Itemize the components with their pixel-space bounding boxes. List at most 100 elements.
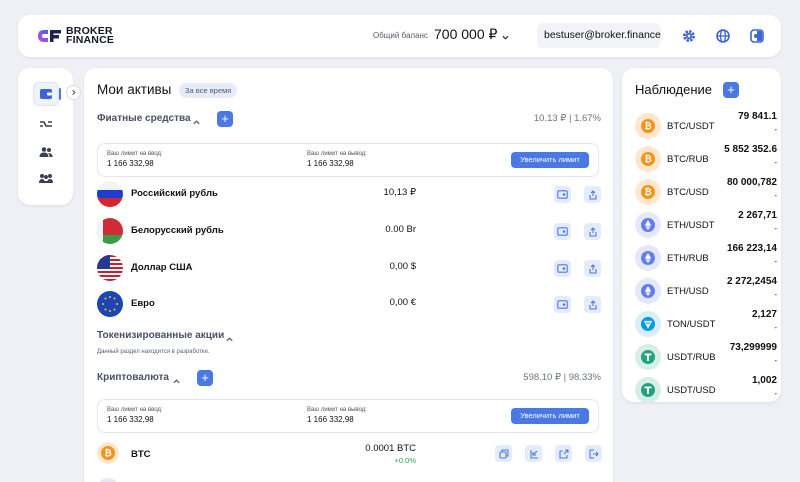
asset-row-byn: Белорусский рубль 0.00 Br [97, 215, 601, 245]
balance-label: Общий баланс [373, 31, 428, 40]
sidebar-expand-button[interactable] [66, 85, 81, 100]
ethereum-icon [635, 212, 661, 238]
share-upload-icon[interactable] [584, 223, 601, 240]
asset-name: Евро [131, 298, 155, 309]
receive-icon[interactable] [525, 445, 542, 462]
watchlist-panel: Наблюдение + ₿ BTC/USDT 79 841.1 - ₿ BTC/RUB 5… [622, 68, 781, 403]
deposit-card-icon[interactable] [554, 223, 571, 240]
svg-text:₿: ₿ [644, 121, 651, 132]
watchlist-row[interactable]: ₿ BTC/RUB 5 852 352.6 - [635, 143, 777, 175]
logo-mark-icon [36, 26, 62, 46]
svg-text:₿: ₿ [644, 187, 651, 198]
watchlist-row[interactable]: TON/USDT 2,127 - [635, 308, 777, 340]
watchlist-change: - [774, 224, 777, 233]
ton-icon [635, 311, 661, 337]
withdraw-limit-label: Ваш лимит на вывод: [307, 407, 367, 413]
deposit-limit-label: Ваш лимит на ввод: [107, 151, 163, 157]
deposit-card-icon[interactable] [554, 260, 571, 277]
balance-value[interactable]: 700 000 ₽ [434, 26, 497, 43]
add-crypto-button[interactable]: + [197, 370, 213, 386]
chevron-down-icon[interactable] [501, 29, 510, 47]
watchlist-change: - [774, 191, 777, 200]
watchlist-change: - [774, 389, 777, 398]
watchlist-row[interactable]: ₿ BTC/USDT 79 841.1 - [635, 110, 777, 142]
sidebar-item-wallet[interactable] [33, 82, 59, 106]
watchlist-row[interactable]: ETH/RUB 166 223,14 - [635, 242, 777, 274]
asset-name: Белорусский рубль [131, 225, 224, 236]
chevron-up-icon[interactable] [225, 331, 234, 349]
asset-name: Доллар США [131, 262, 193, 273]
asset-row-rub: Российский рубль 10,13 ₽ [97, 178, 601, 208]
top-header: BROKER FINANCE Общий баланс 700 000 ₽ be… [18, 15, 781, 57]
withdraw-icon[interactable] [585, 445, 602, 462]
chevron-up-icon[interactable] [192, 114, 201, 132]
swap-icon[interactable] [495, 445, 512, 462]
share-upload-icon[interactable] [584, 296, 601, 313]
asset-amount: 0.0001 BTC [365, 443, 416, 454]
fiat-limits-box: Ваш лимит на ввод: 1 166 332,98 Ваш лими… [97, 143, 599, 177]
svg-text:₿: ₿ [104, 448, 111, 459]
crypto-section-title[interactable]: Криптовалюта [97, 372, 169, 383]
bitcoin-icon: ₿ [635, 146, 661, 172]
deposit-card-icon[interactable] [554, 186, 571, 203]
send-icon[interactable] [555, 445, 572, 462]
asset-name: BTC [131, 449, 151, 460]
watchlist-change: - [774, 356, 777, 365]
wallet-icon [40, 89, 52, 99]
increase-limit-button[interactable]: Увеличить лимит [511, 408, 589, 424]
sidebar-item-partners[interactable] [32, 168, 60, 190]
watchlist-change: - [774, 125, 777, 134]
usa-flag-icon [97, 255, 123, 281]
deposit-limit-value: 1 166 332,98 [107, 415, 154, 424]
stocks-section-title[interactable]: Токенизированные акции [97, 330, 224, 341]
share-upload-icon[interactable] [584, 260, 601, 277]
tether-icon [635, 344, 661, 370]
logo-text-line2: FINANCE [66, 34, 115, 46]
deposit-limit-label: Ваш лимит на ввод: [107, 407, 163, 413]
watchlist-price: 80 000,782 [726, 177, 777, 188]
logo[interactable]: BROKER FINANCE [36, 26, 114, 46]
fiat-section-title[interactable]: Фиатные средства [97, 113, 191, 124]
watchlist-row[interactable]: ETH/USDT 2 267,71 - [635, 209, 777, 241]
watchlist-price: 2 267,71 [738, 210, 777, 221]
crypto-summary: 598.10 ₽ | 98.33% [523, 372, 601, 383]
sidebar-item-exchange[interactable] [32, 113, 60, 135]
tether-icon [635, 377, 661, 403]
sidebar-item-users[interactable] [32, 141, 60, 163]
asset-amount: 0,00 $ [389, 261, 416, 272]
asset-name: Российский рубль [131, 188, 218, 199]
watchlist-price: 166 223,14 [726, 243, 777, 254]
account-email[interactable]: bestuser@broker.finance [537, 23, 661, 48]
chevron-up-icon[interactable] [172, 373, 181, 391]
fiat-summary: 10.13 ₽ | 1.67% [533, 113, 601, 124]
half-moon-icon[interactable] [749, 28, 765, 44]
watchlist-price: 2 272,2454 [726, 276, 777, 287]
watchlist-price: 79 841.1 [738, 111, 777, 122]
share-upload-icon[interactable] [584, 186, 601, 203]
withdraw-limit-value: 1 166 332,98 [307, 159, 354, 168]
watchlist-row[interactable]: USDT/USD 1,002 - [635, 374, 777, 406]
active-indicator [59, 88, 61, 100]
deposit-card-icon[interactable] [554, 296, 571, 313]
gear-icon[interactable] [681, 28, 697, 44]
page-title: Мои активы [97, 82, 172, 97]
add-fiat-button[interactable]: + [217, 111, 233, 127]
partial-coin-icon [97, 478, 119, 482]
increase-limit-button[interactable]: Увеличить лимит [511, 152, 589, 168]
watchlist-row[interactable]: USDT/RUB 73,299999 - [635, 341, 777, 373]
watchlist-pair: TON/USDT [667, 319, 716, 330]
period-filter[interactable]: За все время [179, 83, 238, 98]
watchlist-change: - [774, 323, 777, 332]
sidebar [18, 68, 81, 205]
globe-icon[interactable] [715, 28, 731, 44]
asset-row-eur: Евро 0,00 € [97, 288, 601, 318]
chevron-right-icon [72, 89, 76, 96]
watchlist-price: 1,002 [751, 375, 777, 386]
watchlist-pair: BTC/USD [667, 187, 709, 198]
withdraw-limit-label: Ваш лимит на вывод: [307, 151, 367, 157]
add-watch-button[interactable]: + [723, 82, 739, 98]
asset-amount: 0.00 Br [385, 224, 416, 235]
exchange-icon [40, 121, 52, 127]
watchlist-row[interactable]: ₿ BTC/USD 80 000,782 - [635, 176, 777, 208]
watchlist-row[interactable]: ETH/USD 2 272,2454 - [635, 275, 777, 307]
